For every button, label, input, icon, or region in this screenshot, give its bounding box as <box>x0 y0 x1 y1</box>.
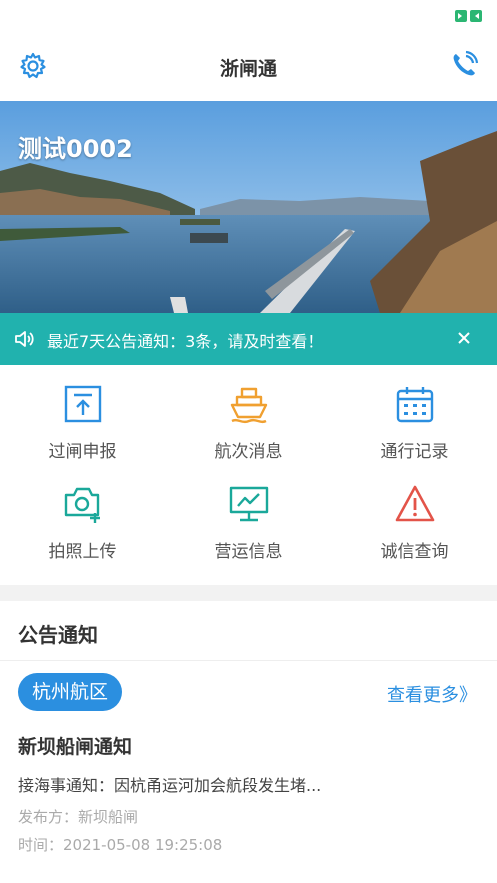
announcements-section: 公告通知 杭州航区 查看更多》 新坝船闸通知 接海事通知：因杭甬运河加会航段发生… <box>0 601 497 883</box>
warning-triangle-icon <box>395 485 435 522</box>
grid-item-lock-declaration[interactable]: 过闸申报 <box>0 365 165 465</box>
announcement-time: 时间：2021-05-08 19:25:08 <box>18 836 223 854</box>
ship-icon <box>230 387 268 424</box>
grid-item-label: 营运信息 <box>214 542 283 562</box>
battery-icon <box>455 10 482 22</box>
calendar-icon <box>396 387 434 423</box>
banner[interactable]: 测试0002 <box>0 101 497 313</box>
camera-add-icon <box>64 487 100 523</box>
grid-item-label: 拍照上传 <box>48 542 117 562</box>
grid-item-operation-info[interactable]: 营运信息 <box>166 465 331 565</box>
announcement-title[interactable]: 新坝船闸通知 <box>18 732 132 759</box>
monitor-chart-icon <box>229 486 269 522</box>
grid-item-credit-query[interactable]: 诚信查询 <box>332 465 497 565</box>
phone-icon[interactable] <box>449 50 479 80</box>
grid-item-photo-upload[interactable]: 拍照上传 <box>0 465 165 565</box>
nav-bar: 浙闸通 <box>0 34 497 101</box>
banner-title: 测试0002 <box>18 135 133 163</box>
notice-bar[interactable]: 最近7天公告通知：3条，请及时查看！ <box>0 313 497 365</box>
close-icon[interactable] <box>453 327 475 349</box>
grid-item-voyage-news[interactable]: 航次消息 <box>166 365 331 465</box>
notice-text: 最近7天公告通知：3条，请及时查看！ <box>47 332 324 351</box>
upload-document-icon <box>64 385 102 423</box>
grid-item-label: 航次消息 <box>214 442 283 462</box>
region-badge[interactable]: 杭州航区 <box>18 673 123 711</box>
section-title: 公告通知 <box>18 623 98 647</box>
grid-item-passage-records[interactable]: 通行记录 <box>332 365 497 465</box>
grid-item-label: 过闸申报 <box>48 442 117 462</box>
announcement-summary[interactable]: 接海事通知：因杭甬运河加会航段发生堵... <box>18 772 321 796</box>
speaker-icon <box>15 331 34 347</box>
grid-item-label: 通行记录 <box>380 442 449 462</box>
grid-item-label: 诚信查询 <box>380 542 449 562</box>
announcement-publisher: 发布方：新坝船闸 <box>18 808 139 826</box>
view-more-link[interactable]: 查看更多》 <box>387 681 477 707</box>
divider <box>0 660 497 661</box>
page-title: 浙闸通 <box>219 58 277 80</box>
status-bar <box>0 0 497 34</box>
quick-actions-grid: 过闸申报 航次消息 通行记录 拍照上传 营运信息 诚信查询 <box>0 365 497 585</box>
